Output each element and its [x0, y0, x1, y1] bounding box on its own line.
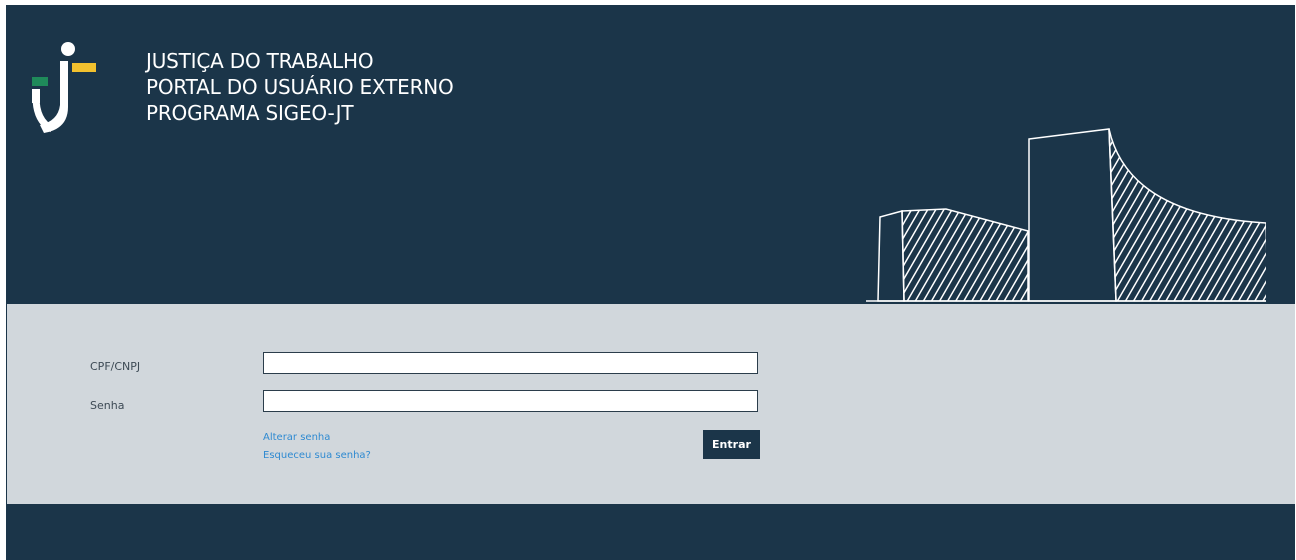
page-frame: JUSTIÇA DO TRABALHO PORTAL DO USUÁRIO EX… — [6, 5, 1295, 560]
login-form: CPF/CNPJ Senha Alterar senha Esqueceu su… — [7, 304, 1295, 504]
footer — [6, 504, 1295, 560]
entrar-button[interactable]: Entrar — [703, 430, 760, 459]
senha-input[interactable] — [263, 390, 758, 412]
title-line-3: PROGRAMA SIGEO-JT — [146, 101, 354, 125]
portal-title: JUSTIÇA DO TRABALHO PORTAL DO USUÁRIO EX… — [146, 48, 454, 126]
building-sketch-icon — [866, 128, 1266, 302]
senha-label: Senha — [90, 399, 125, 412]
alterar-senha-link[interactable]: Alterar senha — [263, 432, 330, 443]
title-line-1: JUSTIÇA DO TRABALHO — [146, 49, 374, 73]
header: JUSTIÇA DO TRABALHO PORTAL DO USUÁRIO EX… — [6, 5, 1295, 303]
title-line-2: PORTAL DO USUÁRIO EXTERNO — [146, 75, 454, 99]
jt-logo-icon — [32, 42, 96, 133]
cpf-input[interactable] — [263, 352, 758, 374]
cpf-label: CPF/CNPJ — [90, 360, 141, 373]
esqueceu-senha-link[interactable]: Esqueceu sua senha? — [263, 450, 371, 461]
